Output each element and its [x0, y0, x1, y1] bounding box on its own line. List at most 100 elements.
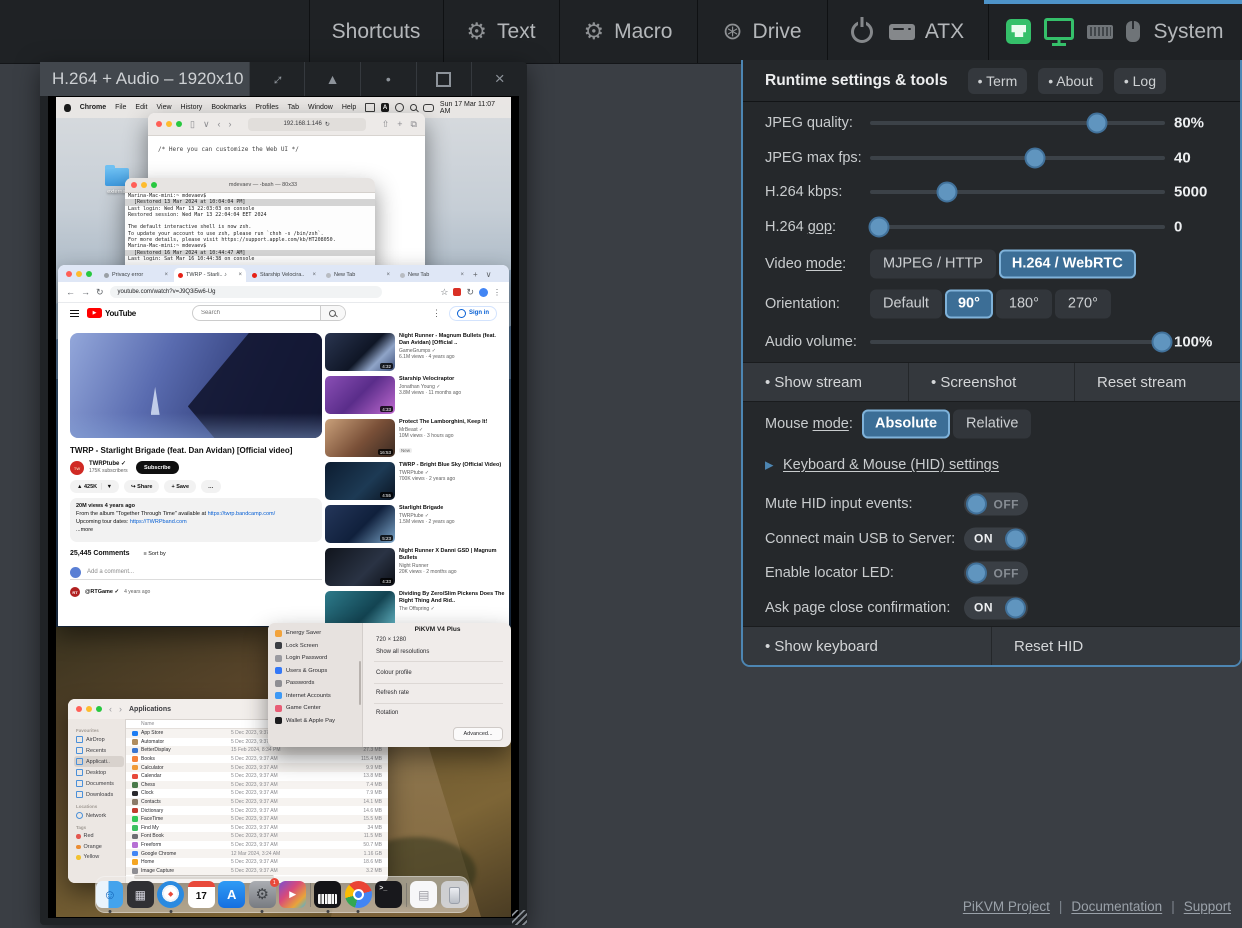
commenter-avatar[interactable]: RT — [70, 587, 80, 597]
video-thumbnail[interactable] — [325, 591, 395, 626]
slider-thumb[interactable] — [1087, 113, 1108, 134]
menubar-item[interactable]: File — [115, 104, 126, 111]
menubar-item[interactable]: Tab — [288, 104, 299, 111]
video-thumbnail[interactable]: 4:55 — [325, 462, 395, 500]
settings-sidebar-item[interactable]: Game Center — [268, 702, 362, 715]
youtube-video-player[interactable] — [70, 333, 322, 438]
slider-track[interactable] — [870, 340, 1165, 344]
sidebar-item-network[interactable]: Network — [74, 810, 124, 821]
video-title[interactable]: Night Runner - Magnum Bullets (feat. Dan… — [399, 333, 507, 346]
orientation-option[interactable]: Default — [870, 290, 942, 319]
mode-help-link[interactable]: mode — [813, 416, 849, 432]
dock-icon[interactable]: ▦ — [127, 881, 154, 908]
back-icon[interactable]: ← — [66, 287, 75, 297]
reload-icon[interactable]: ↻ — [96, 287, 104, 298]
new-tab-icon[interactable]: + — [397, 119, 402, 129]
subscribe-button[interactable]: Subscribe — [136, 461, 179, 474]
profile-avatar[interactable] — [479, 288, 488, 297]
system-settings-window[interactable]: Energy Saver Lock Screen Login Password … — [268, 623, 511, 747]
youtube-logo[interactable]: ▶ YouTube — [87, 308, 136, 318]
settings-sidebar-item[interactable]: Users & Groups — [268, 665, 362, 678]
sidebar-item[interactable]: Applicati.. — [74, 756, 124, 767]
tag-item[interactable]: Red — [74, 831, 125, 842]
menubar-item[interactable]: Bookmarks — [211, 104, 246, 111]
mouse-mode-option[interactable]: Absolute — [862, 410, 950, 439]
slider-thumb[interactable] — [1025, 147, 1046, 168]
browser-tab[interactable]: Starship Velocira.. × — [248, 268, 320, 282]
show-more-link[interactable]: ...more — [76, 526, 316, 534]
channel-name[interactable]: TWRPtube ✓ — [89, 460, 126, 467]
sidebar-item[interactable]: AirDrop — [74, 734, 124, 745]
dock-icon[interactable]: ▶ — [279, 881, 306, 908]
video-title[interactable]: Night Runner X Danni GSD | Magnum Bullet… — [399, 548, 507, 561]
browser-tab[interactable]: New Tab × — [322, 268, 394, 282]
dock-icon[interactable]: ▤ — [410, 881, 437, 908]
video-mode-option[interactable]: H.264 / WebRTC — [999, 250, 1136, 279]
dock-icon[interactable] — [345, 881, 372, 908]
file-row[interactable]: FaceTime 5 Dec 2023, 9:37 AM 15.5 MB — [126, 815, 388, 824]
back-icon[interactable]: ‹ — [109, 704, 112, 714]
nav-text[interactable]: ⚙ Text — [443, 0, 559, 63]
nav-atx[interactable]: ATX — [827, 0, 988, 63]
orientation-option[interactable]: 90° — [945, 290, 993, 319]
stream-window-title[interactable]: H.264 + Audio – 1920x10 — [40, 62, 249, 96]
bookmark-star-icon[interactable]: ☆ — [440, 287, 448, 298]
stream-action-button[interactable]: • Screenshot — [909, 363, 1075, 401]
menubar-item[interactable]: View — [156, 104, 171, 111]
menubar-item[interactable]: Edit — [135, 104, 147, 111]
apple-icon[interactable] — [64, 104, 71, 112]
forward-icon[interactable]: → — [81, 287, 90, 297]
mouse-mode-option[interactable]: Relative — [953, 410, 1031, 439]
sort-by-button[interactable]: ≡ Sort by — [144, 551, 166, 557]
menubar-item[interactable]: Help — [342, 104, 356, 111]
panel-header-button[interactable]: • About — [1038, 68, 1103, 94]
like-button[interactable]: ▲ 425K│▼ — [70, 480, 119, 493]
traffic-lights[interactable] — [66, 271, 92, 277]
more-actions-button[interactable]: … — [201, 480, 221, 493]
search-button[interactable] — [320, 306, 345, 320]
toggle-knob[interactable] — [1005, 597, 1026, 618]
scrollbar[interactable] — [359, 661, 361, 705]
settings-row[interactable]: Colour profile — [376, 670, 412, 676]
stream-video-content[interactable]: ChromeFileEditViewHistoryBookmarksProfil… — [48, 96, 519, 918]
tag-item[interactable]: Yellow — [74, 852, 125, 863]
orientation-option[interactable]: 270° — [1055, 290, 1111, 319]
panel-header-button[interactable]: • Log — [1114, 68, 1166, 94]
window-shade-button[interactable]: ▲ — [304, 62, 360, 96]
nav-system[interactable]: System — [988, 0, 1242, 63]
toggle-switch[interactable]: ON — [964, 527, 1028, 550]
search-input[interactable] — [193, 310, 320, 316]
slider-track[interactable] — [870, 190, 1165, 194]
dock-icon[interactable] — [406, 883, 407, 907]
forward-icon[interactable]: › — [119, 704, 122, 714]
settings-sidebar-item[interactable]: Lock Screen — [268, 640, 362, 653]
control-center-icon[interactable] — [423, 104, 434, 112]
nav-shortcuts[interactable]: Shortcuts — [309, 0, 443, 63]
tab-close-icon[interactable]: × — [460, 272, 464, 278]
help-link[interactable]: gop — [808, 219, 832, 235]
dock-icon[interactable]: ◆ — [157, 881, 184, 908]
video-title[interactable]: Protect The Lamborghini, Keep It! — [399, 419, 507, 426]
settings-sidebar-item[interactable]: Wallet & Apple Pay — [268, 715, 362, 728]
tab-close-icon[interactable]: × — [312, 272, 316, 278]
sync-icon[interactable]: ↻ — [466, 287, 474, 298]
video-title[interactable]: Starlight Brigade — [399, 505, 507, 512]
suggested-video[interactable]: 5:23 Starlight Brigade TWRPtube ✓ 1.5M v… — [325, 505, 507, 543]
commenter-handle[interactable]: @RTGame ✓ — [85, 589, 119, 595]
extension-icon[interactable] — [453, 288, 461, 296]
toggle-switch[interactable]: OFF — [964, 493, 1028, 516]
tab-search-icon[interactable]: ∨ — [486, 270, 492, 279]
save-button[interactable]: + Save — [164, 480, 196, 493]
file-row[interactable]: Calendar 5 Dec 2023, 9:37 AM 13.8 MB — [126, 772, 388, 781]
nav-macro[interactable]: ⚙ Macro — [559, 0, 697, 63]
browser-tab[interactable]: TWRP - Starli.. ♪ × — [174, 268, 246, 282]
nav-drive[interactable]: ⊛ Drive — [697, 0, 827, 63]
settings-row[interactable]: Rotation — [376, 710, 398, 716]
orientation-option[interactable]: 180° — [996, 290, 1052, 319]
window-close-button[interactable]: × — [471, 62, 527, 96]
toggle-knob[interactable] — [966, 494, 987, 515]
display-mirroring-icon[interactable] — [365, 103, 375, 112]
chrome-menu-icon[interactable]: ⋮ — [493, 288, 501, 297]
slider-thumb[interactable] — [1152, 331, 1173, 352]
chrome-address-bar[interactable]: youtube.com/watch?v=J9Q3i5w6-Ug — [110, 286, 382, 298]
